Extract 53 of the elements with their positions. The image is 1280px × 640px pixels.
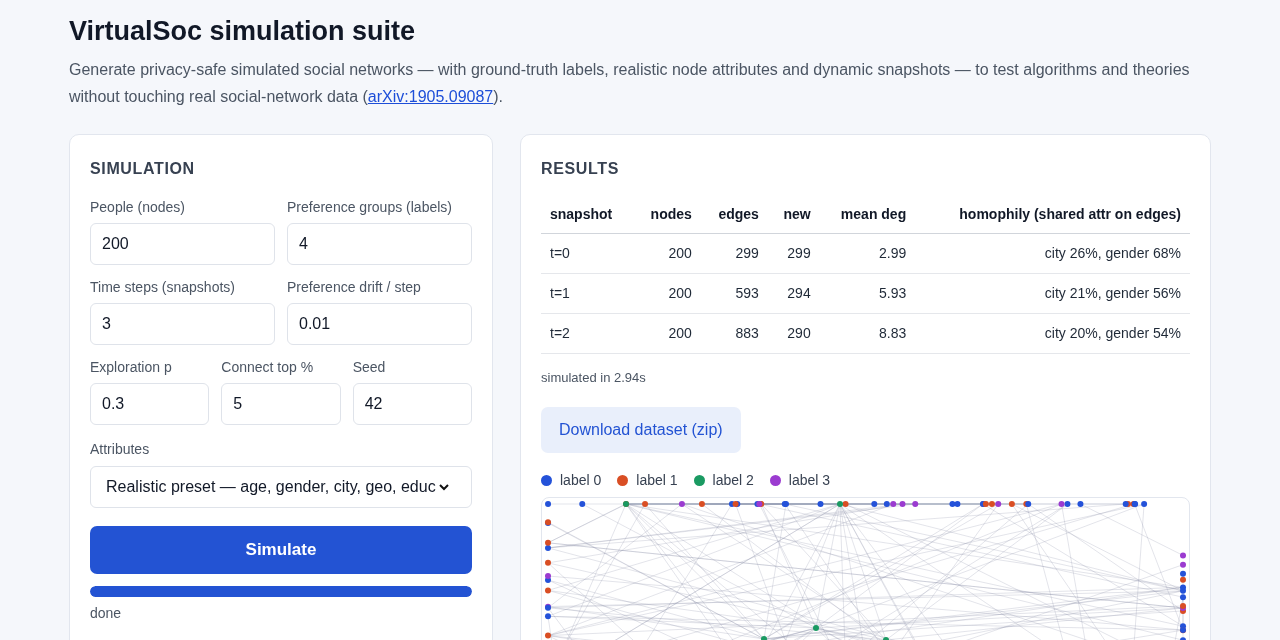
legend-label: label 2 [712, 470, 754, 490]
table-cell: 593 [700, 273, 768, 314]
status-text: done [90, 604, 123, 623]
table-cell: t=1 [541, 273, 633, 314]
table-cell: 883 [700, 313, 768, 354]
field-label: Time steps (snapshots) [90, 278, 236, 297]
page-title: VirtualSoc simulation suite [69, 15, 417, 48]
column-header: nodes [632, 196, 701, 234]
table-cell: city 20%, gender 54% [915, 313, 1190, 354]
field-label: Preference drift / step [287, 278, 422, 297]
number-field[interactable]: 0.01 [287, 303, 472, 345]
number-field[interactable]: 3 [90, 303, 275, 345]
table-cell: city 26%, gender 68% [915, 233, 1190, 274]
attributes-select[interactable]: Realistic preset — age, gender, city, geo, educ [90, 466, 472, 508]
field-label: Connect top % [221, 358, 315, 377]
section-title: SIMULATION [90, 159, 196, 179]
table-cell: 200 [632, 273, 701, 314]
chevron-down-icon [437, 481, 450, 493]
section-title: RESULTS [541, 159, 620, 179]
table-cell: 299 [700, 233, 768, 274]
legend-label: label 3 [788, 470, 831, 490]
column-header: edges [700, 196, 768, 234]
field-label: People (nodes) [90, 198, 186, 217]
table-cell: t=0 [541, 233, 633, 274]
field-label: Seed [352, 358, 387, 377]
table-cell: 290 [767, 313, 820, 354]
table-cell: city 21%, gender 56% [915, 273, 1190, 314]
table-cell: 299 [767, 233, 820, 274]
column-header: homophily (shared attr on edges) [915, 196, 1190, 234]
field-label: Preference groups (labels) [287, 198, 453, 217]
column-header: snapshot [541, 196, 633, 234]
legend-label: label 0 [560, 470, 602, 490]
table-cell: 200 [632, 233, 701, 274]
table-cell: 5.93 [819, 273, 916, 314]
number-field[interactable]: 200 [90, 223, 275, 265]
table-cell: 2.99 [819, 233, 916, 274]
table-cell: 200 [632, 313, 701, 354]
field-label: Attributes [90, 440, 151, 459]
column-header: new [767, 196, 820, 234]
page-description: Generate privacy-safe simulated social networks — with ground-truth labels, realistic node attributes and dynamic snapshots — to test algorithms and theories without touching real social-network data (arXiv:1905.09087). [69, 60, 1191, 107]
timing-text: simulated in 2.94s [541, 369, 647, 387]
legend-label: label 1 [636, 470, 678, 490]
number-field[interactable]: 0.3 [90, 383, 210, 425]
table-cell: t=2 [541, 313, 633, 354]
number-field[interactable]: 5 [221, 383, 341, 425]
simulate-button[interactable]: Simulate [90, 526, 472, 574]
download-button[interactable]: Download dataset (zip) [541, 406, 741, 453]
table-cell: 8.83 [819, 313, 916, 354]
table-cell: 294 [767, 273, 820, 314]
column-header: mean deg [819, 196, 916, 234]
number-field[interactable]: 4 [287, 223, 472, 265]
field-label: Exploration p [90, 358, 173, 377]
number-field[interactable]: 42 [352, 383, 472, 425]
